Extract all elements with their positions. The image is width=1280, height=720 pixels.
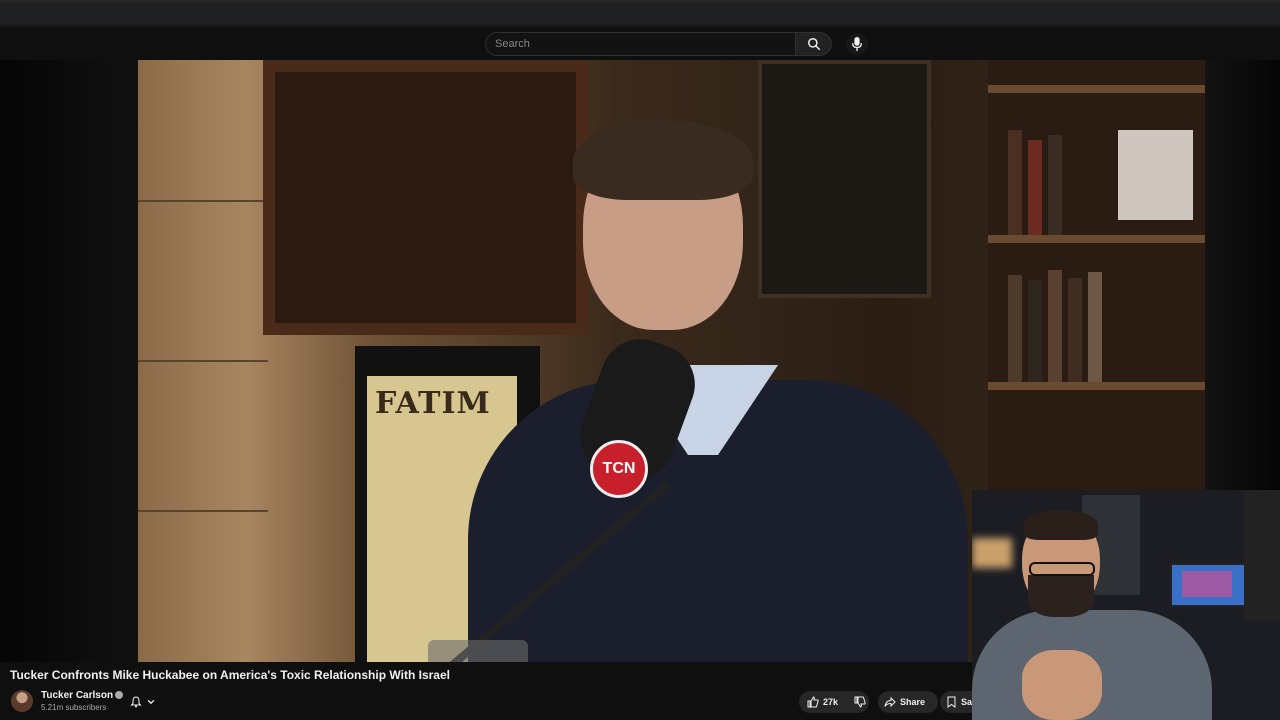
share-icon (884, 696, 896, 708)
webcam-hair (1024, 510, 1098, 540)
host-hair (573, 120, 753, 200)
search-icon (807, 38, 820, 50)
browser-chrome (0, 0, 1280, 28)
verified-icon (115, 691, 124, 700)
video-title: Tucker Confronts Mike Huckabee on Americ… (10, 668, 450, 682)
glass (428, 640, 528, 662)
webcam-beard (1028, 575, 1094, 617)
bookshelf (988, 60, 1205, 490)
like-dislike-group: 27k (799, 691, 869, 713)
channel-avatar[interactable] (11, 690, 33, 712)
search-bar (485, 32, 832, 56)
mic-logo: TCN (590, 440, 648, 498)
browser-toolbar (0, 4, 1280, 24)
like-count: 27k (823, 697, 839, 707)
channel-name-link[interactable]: Tucker Carlson (41, 690, 124, 701)
bell-icon (130, 696, 142, 708)
mic-icon (851, 37, 863, 51)
wood-plank (138, 200, 268, 202)
share-label: Share (900, 697, 926, 707)
webcam-tv (1170, 563, 1246, 607)
webcam-overlay (972, 490, 1280, 720)
book (1068, 278, 1082, 382)
book (1088, 272, 1102, 382)
voice-search-button[interactable] (846, 33, 868, 55)
channel-name: Tucker Carlson (41, 690, 114, 701)
framed-photo (1118, 130, 1193, 220)
book (1028, 280, 1042, 382)
share-button[interactable]: Share (878, 691, 938, 713)
book (1008, 130, 1022, 235)
bookmark-icon (947, 696, 956, 708)
wood-plank (138, 360, 268, 362)
search-button[interactable] (796, 32, 832, 56)
book (1048, 270, 1062, 382)
book (1028, 140, 1042, 235)
search-input[interactable] (485, 32, 796, 56)
chevron-down-icon (147, 699, 155, 705)
webcam-hands (1022, 650, 1102, 720)
webcam-shelf (1244, 490, 1280, 620)
wood-plank (138, 510, 268, 512)
thumbs-up-icon (807, 696, 819, 708)
player-letterbox-left (0, 60, 138, 662)
book (1008, 275, 1022, 382)
shelf-board (988, 85, 1205, 93)
book (1048, 135, 1062, 235)
webcam-lamp (972, 538, 1012, 568)
subscriber-count: 5.21m subscribers (41, 703, 107, 712)
shelf-board (988, 382, 1205, 390)
webcam-glasses (1029, 562, 1095, 576)
like-button[interactable]: 27k (799, 691, 846, 713)
shelf-board (988, 235, 1205, 243)
notification-button[interactable] (130, 692, 170, 712)
thumbs-down-icon (854, 696, 866, 708)
dislike-button[interactable] (846, 691, 874, 713)
